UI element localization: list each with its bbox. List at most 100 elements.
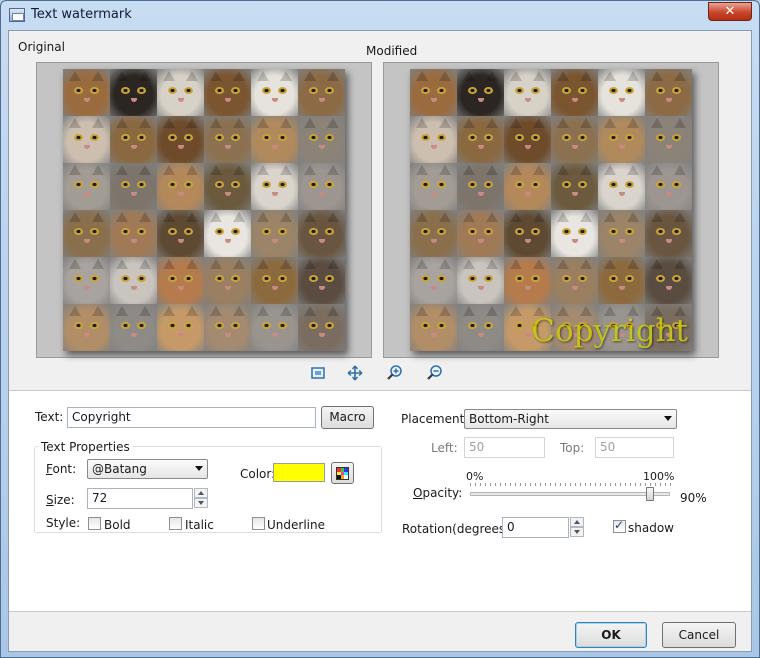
slider-tick	[550, 483, 551, 486]
slider-tick	[555, 483, 556, 486]
italic-checkbox[interactable]	[169, 517, 182, 530]
style-label: Style:	[46, 516, 81, 530]
image-tile	[110, 210, 157, 257]
opacity-slider-track[interactable]	[470, 492, 670, 496]
spin-up-icon[interactable]	[194, 488, 208, 498]
image-tile	[457, 257, 504, 304]
size-spinner[interactable]	[194, 488, 208, 509]
ok-button[interactable]: OK	[575, 622, 647, 648]
rotation-input[interactable]: 0	[502, 517, 569, 538]
image-tile	[598, 257, 645, 304]
slider-tick	[505, 483, 506, 486]
slider-tick	[500, 483, 501, 486]
image-tile	[457, 116, 504, 163]
color-picker-button[interactable]	[331, 462, 354, 484]
image-tile	[410, 163, 457, 210]
shadow-checkbox[interactable]	[613, 518, 626, 533]
zoom-out-icon[interactable]	[427, 365, 443, 381]
slider-tick	[670, 483, 671, 486]
left-input[interactable]: 50	[464, 437, 545, 458]
settings-panel: Text: Copyright Macro Text Properties Fo…	[9, 390, 751, 612]
image-tile	[598, 210, 645, 257]
image-tile	[157, 257, 204, 304]
image-tile	[298, 69, 345, 116]
modified-preview: Copyright	[383, 62, 719, 358]
slider-tick	[655, 483, 656, 486]
image-tile	[298, 116, 345, 163]
slider-tick	[665, 483, 666, 486]
slider-tick	[660, 483, 661, 486]
original-image	[63, 69, 345, 351]
zoom-in-icon[interactable]	[387, 365, 403, 381]
fit-image-icon[interactable]	[310, 365, 326, 381]
image-tile	[457, 163, 504, 210]
slider-tick	[530, 483, 531, 486]
image-tile	[410, 210, 457, 257]
opacity-slider-thumb[interactable]	[646, 487, 654, 501]
slider-tick	[585, 483, 586, 486]
slider-tick	[595, 483, 596, 486]
modified-label: Modified	[366, 44, 418, 58]
text-label: Text:	[35, 410, 64, 424]
bold-checkbox[interactable]	[88, 517, 101, 530]
slider-tick	[580, 483, 581, 486]
top-input[interactable]: 50	[595, 437, 674, 458]
watermark-text-input[interactable]: Copyright	[67, 407, 316, 428]
slider-tick	[575, 483, 576, 486]
spin-down-icon[interactable]	[194, 498, 208, 508]
font-select[interactable]: @Batang	[87, 459, 208, 479]
slider-tick	[525, 483, 526, 486]
image-tile	[504, 163, 551, 210]
image-tile	[504, 69, 551, 116]
image-tile	[63, 210, 110, 257]
image-tile	[204, 257, 251, 304]
slider-tick	[535, 483, 536, 486]
slider-tick	[645, 483, 646, 486]
slider-tick	[510, 483, 511, 486]
slider-tick	[560, 483, 561, 486]
font-label: Font:	[46, 462, 76, 476]
image-tile	[63, 69, 110, 116]
close-button[interactable]: ✕	[708, 2, 752, 21]
size-input[interactable]: 72	[87, 488, 193, 509]
slider-tick	[470, 483, 471, 486]
spin-up-icon[interactable]	[570, 517, 584, 527]
cancel-button[interactable]: Cancel	[662, 622, 736, 648]
image-tile	[504, 257, 551, 304]
macro-button[interactable]: Macro	[321, 406, 374, 429]
actual-size-icon[interactable]	[347, 365, 363, 381]
modified-image: Copyright	[410, 69, 692, 351]
image-tile	[251, 163, 298, 210]
image-tile	[204, 163, 251, 210]
opacity-min-label: 0%	[466, 470, 484, 483]
placement-select[interactable]: Bottom-Right	[464, 409, 677, 429]
slider-tick	[600, 483, 601, 486]
image-tile	[504, 210, 551, 257]
top-label: Top:	[560, 441, 585, 455]
image-tile	[63, 304, 110, 351]
image-tile	[63, 257, 110, 304]
image-tile	[551, 116, 598, 163]
image-tile	[298, 163, 345, 210]
image-tile	[551, 163, 598, 210]
title-bar[interactable]: Text watermark ✕	[1, 1, 759, 29]
placement-label: Placement:	[401, 412, 469, 426]
image-tile	[110, 304, 157, 351]
slider-tick	[570, 483, 571, 486]
spin-down-icon[interactable]	[570, 527, 584, 537]
dialog-window: Text watermark ✕ Original Modified Copyr…	[0, 0, 760, 658]
color-swatch[interactable]	[273, 463, 325, 482]
image-tile	[457, 304, 504, 351]
original-label: Original	[18, 40, 65, 54]
image-tile	[598, 116, 645, 163]
slider-tick	[475, 483, 476, 486]
opacity-ticks	[470, 483, 671, 487]
image-tile	[204, 304, 251, 351]
image-tile	[157, 304, 204, 351]
underline-checkbox[interactable]	[252, 517, 265, 530]
image-tile	[251, 304, 298, 351]
rotation-spinner[interactable]	[570, 517, 584, 538]
slider-tick	[635, 483, 636, 486]
image-tile	[251, 116, 298, 163]
image-tile	[63, 163, 110, 210]
